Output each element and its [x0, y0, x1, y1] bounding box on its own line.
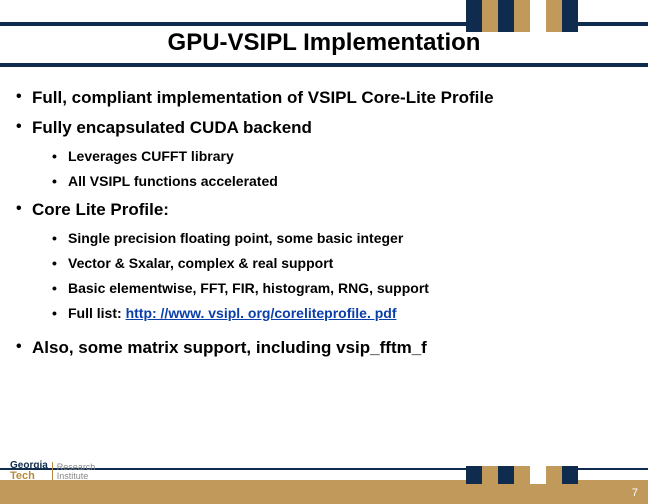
bullet-item: Fully encapsulated CUDA backend Leverage… — [14, 117, 634, 191]
profile-link[interactable]: http: //www. vsipl. org/coreliteprofile.… — [126, 305, 397, 321]
footer-decorative-stripes — [466, 466, 578, 484]
logo-mark: Georgia Tech — [10, 461, 48, 482]
sub-bullet-item: Full list: http: //www. vsipl. org/corel… — [52, 304, 634, 323]
top-decorative-stripes — [466, 0, 578, 32]
bullet-text: Core Lite Profile: — [32, 200, 169, 219]
sub-bullet-list: Single precision floating point, some ba… — [52, 229, 634, 323]
sub-bullet-item: Vector & Sxalar, complex & real support — [52, 254, 634, 273]
sub-bullet-list: Leverages CUFFT library All VSIPL functi… — [52, 147, 634, 191]
slide-title: GPU-VSIPL Implementation — [0, 29, 648, 63]
bullet-text: Full, compliant implementation of VSIPL … — [32, 88, 494, 107]
logo-divider — [52, 462, 53, 482]
bullet-item: Core Lite Profile: Single precision floa… — [14, 199, 634, 323]
sub-bullet-item: All VSIPL functions accelerated — [52, 172, 634, 191]
sub-bullet-item: Single precision floating point, some ba… — [52, 229, 634, 248]
bullet-text: Also, some matrix support, including vsi… — [32, 338, 427, 357]
link-prefix: Full list: — [68, 305, 126, 321]
bullet-list: Full, compliant implementation of VSIPL … — [14, 87, 634, 359]
page-number: 7 — [632, 487, 638, 499]
bullet-item: Full, compliant implementation of VSIPL … — [14, 87, 634, 109]
bullet-item: Also, some matrix support, including vsi… — [14, 337, 634, 359]
logo-text: Research Institute — [57, 463, 96, 481]
sub-bullet-item: Leverages CUFFT library — [52, 147, 634, 166]
georgia-tech-logo: Georgia Tech Research Institute — [10, 461, 95, 482]
content-area: Full, compliant implementation of VSIPL … — [0, 67, 648, 359]
sub-bullet-item: Basic elementwise, FFT, FIR, histogram, … — [52, 279, 634, 298]
bullet-text: Fully encapsulated CUDA backend — [32, 118, 312, 137]
